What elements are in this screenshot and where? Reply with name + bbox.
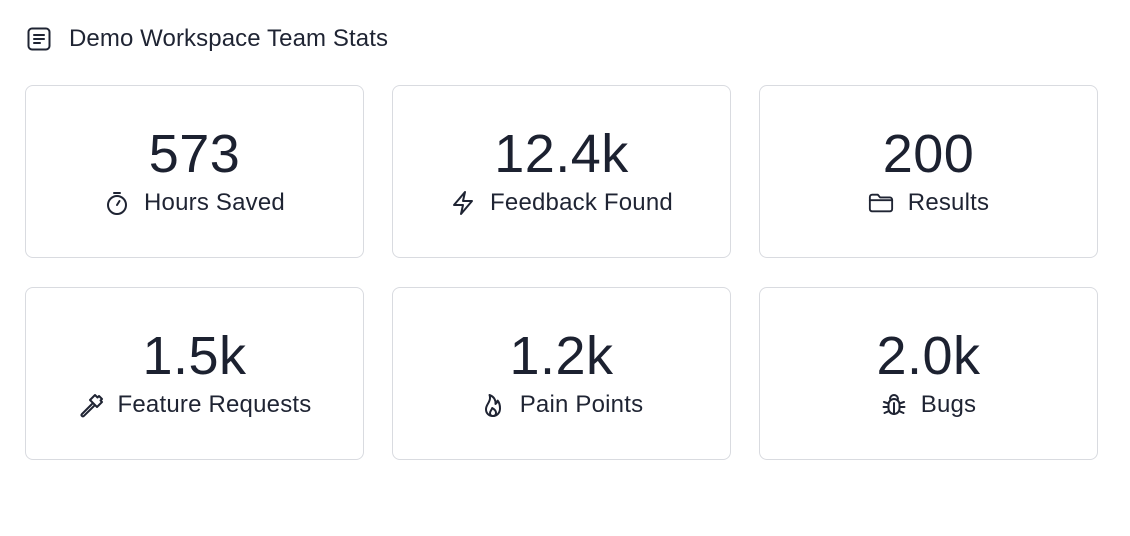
stat-label: Feedback Found — [490, 189, 673, 216]
folder-icon — [868, 190, 894, 216]
stat-value: 2.0k — [876, 326, 981, 386]
stat-label: Bugs — [920, 391, 977, 418]
stopwatch-icon — [104, 190, 130, 216]
stat-label: Pain Points — [519, 391, 644, 418]
stat-label-row: Bugs — [881, 390, 977, 420]
stats-grid: 573 Hours Saved 12.4k Feedback Found 200… — [25, 85, 1098, 460]
stat-value: 1.2k — [509, 326, 614, 386]
stat-label-row: Feedback Found — [450, 188, 673, 218]
stat-value: 12.4k — [494, 124, 629, 184]
stat-label-row: Feature Requests — [78, 390, 312, 420]
stat-value: 1.5k — [142, 326, 247, 386]
stat-card-pain-points: 1.2k Pain Points — [392, 287, 731, 460]
stat-label-row: Pain Points — [480, 390, 644, 420]
stat-card-feedback-found: 12.4k Feedback Found — [392, 85, 731, 258]
stat-card-results: 200 Results — [759, 85, 1098, 258]
stat-value: 200 — [882, 124, 975, 184]
document-list-icon — [26, 26, 52, 52]
lightning-icon — [450, 190, 476, 216]
stat-label-row: Results — [868, 188, 989, 218]
page-title: Demo Workspace Team Stats — [69, 25, 389, 52]
stat-label: Feature Requests — [117, 391, 312, 418]
stat-label: Results — [907, 189, 990, 216]
stats-header: Demo Workspace Team Stats — [26, 24, 388, 54]
stat-value: 573 — [148, 124, 241, 184]
team-stats-panel: Demo Workspace Team Stats 573 Hours Save… — [0, 0, 1130, 536]
stat-card-feature-requests: 1.5k Feature Requests — [25, 287, 364, 460]
stat-card-bugs: 2.0k Bugs — [759, 287, 1098, 460]
bug-icon — [881, 392, 907, 418]
hammer-icon — [78, 392, 104, 418]
stat-card-hours-saved: 573 Hours Saved — [25, 85, 364, 258]
stat-label: Hours Saved — [144, 189, 285, 216]
flame-icon — [480, 392, 506, 418]
stat-label-row: Hours Saved — [104, 188, 285, 218]
